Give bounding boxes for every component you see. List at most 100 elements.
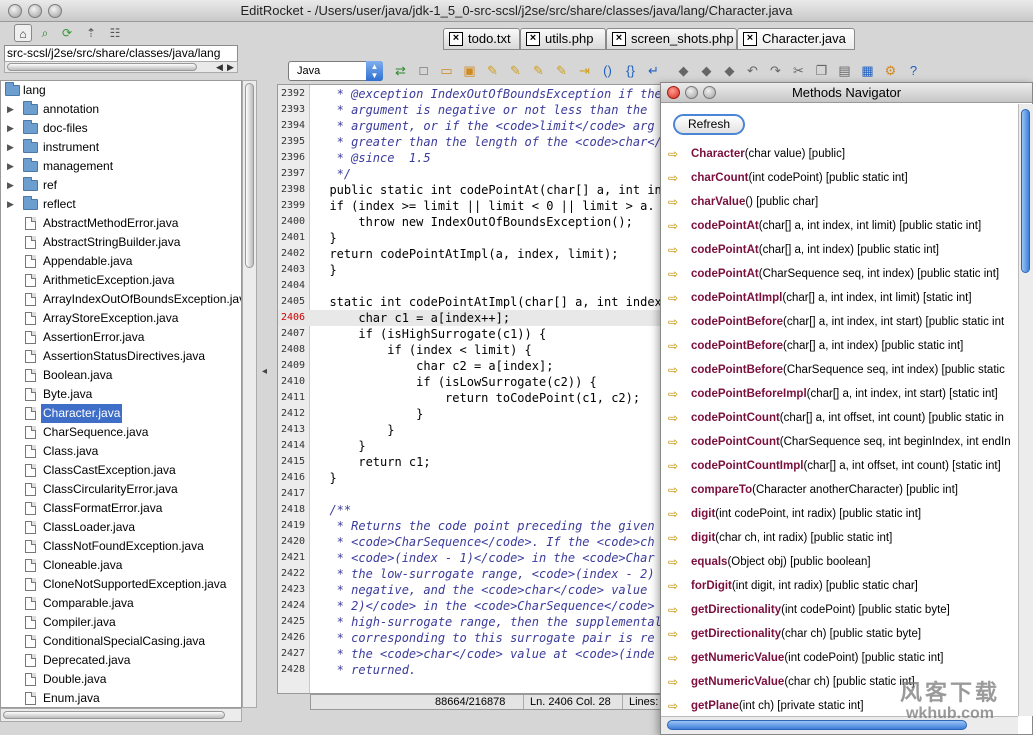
code-line[interactable]: 2421 * <code>(index - 1)</code> in the <… xyxy=(278,550,666,566)
code-line[interactable]: 2405 static int codePointAtImpl(char[] a… xyxy=(278,294,666,310)
tree-file[interactable]: ArrayStoreException.java xyxy=(1,309,241,328)
tree-file[interactable]: Character.java xyxy=(1,404,241,423)
scroll-left-arrow-icon[interactable]: ◀ xyxy=(216,62,223,73)
tree-file[interactable]: Appendable.java xyxy=(1,252,241,271)
disclosure-triangle-icon[interactable]: ▶ xyxy=(7,138,14,157)
code-line[interactable]: 2406 char c1 = a[index++]; xyxy=(278,310,666,326)
close-tab-icon[interactable]: × xyxy=(526,32,540,46)
tree-folder[interactable]: ▶ doc-files xyxy=(1,119,241,138)
navigator-hscroll-thumb[interactable] xyxy=(667,720,967,730)
close-tab-icon[interactable]: × xyxy=(612,32,626,46)
tree-file[interactable]: ClassNotFoundException.java xyxy=(1,537,241,556)
pane-splitter[interactable]: ◂ xyxy=(258,80,276,710)
settings-icon[interactable]: ⚙ xyxy=(882,62,899,79)
path-scroll-thumb[interactable] xyxy=(7,63,197,71)
method-item[interactable]: ⇨ codePointCount(char[] a, int offset, in… xyxy=(661,406,1019,430)
code-line[interactable]: 2411 return toCodePoint(c1, c2); xyxy=(278,390,666,406)
tree-file[interactable]: ConditionalSpecialCasing.java xyxy=(1,632,241,651)
code-line[interactable]: 2412 } xyxy=(278,406,666,422)
tree-file[interactable]: Double.java xyxy=(1,670,241,689)
close-window-button[interactable] xyxy=(8,4,22,18)
method-item[interactable]: ⇨ equals(Object obj) [public boolean] xyxy=(661,550,1019,574)
method-item[interactable]: ⇨ getPlane(int ch) [private static int] xyxy=(661,694,1019,718)
code-line[interactable]: 2413 } xyxy=(278,422,666,438)
undo-icon[interactable]: ↶ xyxy=(744,62,761,79)
scroll-right-arrow-icon[interactable]: ▶ xyxy=(227,62,234,73)
code-line[interactable]: 2426 * corresponding to this surrogate p… xyxy=(278,630,666,646)
navigator-minimize-button[interactable] xyxy=(685,86,698,99)
tree-folder[interactable]: ▶ reflect xyxy=(1,195,241,214)
tree-file[interactable]: Deprecated.java xyxy=(1,651,241,670)
code-line[interactable]: 2428 * returned. xyxy=(278,662,666,678)
tree-file[interactable]: ClassCastException.java xyxy=(1,461,241,480)
language-select[interactable]: Java ▲ ▼ xyxy=(288,61,383,81)
path-horizontal-scrollbar[interactable]: ◀ ▶ xyxy=(4,61,238,73)
navigator-title-bar[interactable]: Methods Navigator xyxy=(661,83,1032,103)
code-line[interactable]: 2403 } xyxy=(278,262,666,278)
indent-icon[interactable]: ⇥ xyxy=(576,62,593,79)
method-item[interactable]: ⇨ codePointAt(char[] a, int index) [publi… xyxy=(661,238,1019,262)
code-line[interactable]: 2398 public static int codePointAt(char[… xyxy=(278,182,666,198)
tag-icon[interactable]: ◆ xyxy=(675,62,692,79)
method-item[interactable]: ⇨ charCount(int codePoint) [public static… xyxy=(661,166,1019,190)
tab-4[interactable]: × Character.java xyxy=(737,28,855,50)
close-tab-icon[interactable]: × xyxy=(449,32,463,46)
code-line[interactable]: 2402 return codePointAtImpl(a, index, li… xyxy=(278,246,666,262)
zoom-window-button[interactable] xyxy=(48,4,62,18)
save-file-icon[interactable]: ▣ xyxy=(461,62,478,79)
method-item[interactable]: ⇨ codePointCount(CharSequence seq, int be… xyxy=(661,430,1019,454)
code-line[interactable]: 2422 * the low-surrogate range, <code>(i… xyxy=(278,566,666,582)
home-icon[interactable]: ⌂ xyxy=(14,24,32,42)
code-line[interactable]: 2397 */ xyxy=(278,166,666,182)
method-item[interactable]: ⇨ getDirectionality(int codePoint) [publi… xyxy=(661,598,1019,622)
method-item[interactable]: ⇨ codePointAt(CharSequence seq, int index… xyxy=(661,262,1019,286)
navigator-zoom-button[interactable] xyxy=(703,86,716,99)
tag-2-icon[interactable]: ◆ xyxy=(698,62,715,79)
tree-file[interactable]: AbstractStringBuilder.java xyxy=(1,233,241,252)
tree-file[interactable]: Byte.java xyxy=(1,385,241,404)
tree-file[interactable]: ArrayIndexOutOfBoundsException.java xyxy=(1,290,241,309)
tree-file[interactable]: AssertionStatusDirectives.java xyxy=(1,347,241,366)
code-line[interactable]: 2420 * <code>CharSequence</code>. If the… xyxy=(278,534,666,550)
tab-1[interactable]: × todo.txt xyxy=(443,28,520,50)
code-line[interactable]: 2414 } xyxy=(278,438,666,454)
close-tab-icon[interactable]: × xyxy=(743,32,757,46)
code-line[interactable]: 2423 * negative, and the <code>char</cod… xyxy=(278,582,666,598)
method-item[interactable]: ⇨ codePointBefore(CharSequence seq, int i… xyxy=(661,358,1019,382)
navigator-horizontal-scrollbar[interactable] xyxy=(661,716,1018,734)
copy-icon[interactable]: ❐ xyxy=(813,62,830,79)
code-line[interactable]: 2399 if (index >= limit || limit < 0 || … xyxy=(278,198,666,214)
code-line[interactable]: 2408 if (index < limit) { xyxy=(278,342,666,358)
code-line[interactable]: 2425 * high-surrogate range, then the su… xyxy=(278,614,666,630)
disclosure-triangle-icon[interactable]: ▶ xyxy=(7,157,14,176)
snippet-2-icon[interactable]: ✎ xyxy=(507,62,524,79)
braces-icon[interactable]: {} xyxy=(622,62,639,79)
tree-file[interactable]: Class.java xyxy=(1,442,241,461)
refresh-icon[interactable]: ⟳ xyxy=(58,24,76,42)
search-icon[interactable]: ⌕ xyxy=(36,24,54,42)
navigator-close-button[interactable] xyxy=(667,86,680,99)
code-line[interactable]: 2404 xyxy=(278,278,666,294)
tree-horizontal-scrollbar[interactable] xyxy=(0,708,242,722)
tree-file[interactable]: ClassLoader.java xyxy=(1,518,241,537)
code-line[interactable]: 2417 xyxy=(278,486,666,502)
snippet-3-icon[interactable]: ✎ xyxy=(530,62,547,79)
disclosure-triangle-icon[interactable]: ▶ xyxy=(7,195,14,214)
tree-file[interactable]: Boolean.java xyxy=(1,366,241,385)
tree-root[interactable]: lang xyxy=(1,81,241,100)
up-folder-icon[interactable]: ⇡ xyxy=(82,24,100,42)
record-macro-icon[interactable]: ⇄ xyxy=(392,62,409,79)
new-file-icon[interactable]: □ xyxy=(415,62,432,79)
method-item[interactable]: ⇨ codePointBefore(char[] a, int index) [p… xyxy=(661,334,1019,358)
method-item[interactable]: ⇨ codePointAt(char[] a, int index, int li… xyxy=(661,214,1019,238)
code-line[interactable]: 2395 * greater than the length of the <c… xyxy=(278,134,666,150)
method-item[interactable]: ⇨ charValue() [public char] xyxy=(661,190,1019,214)
code-line[interactable]: 2407 if (isHighSurrogate(c1)) { xyxy=(278,326,666,342)
cut-icon[interactable]: ✂ xyxy=(790,62,807,79)
tree-file[interactable]: CloneNotSupportedException.java xyxy=(1,575,241,594)
code-line[interactable]: 2410 if (isLowSurrogate(c2)) { xyxy=(278,374,666,390)
help-icon[interactable]: ? xyxy=(905,62,922,79)
tree-file[interactable]: CharSequence.java xyxy=(1,423,241,442)
tree-folder[interactable]: ▶ annotation xyxy=(1,100,241,119)
paste-icon[interactable]: ▤ xyxy=(836,62,853,79)
